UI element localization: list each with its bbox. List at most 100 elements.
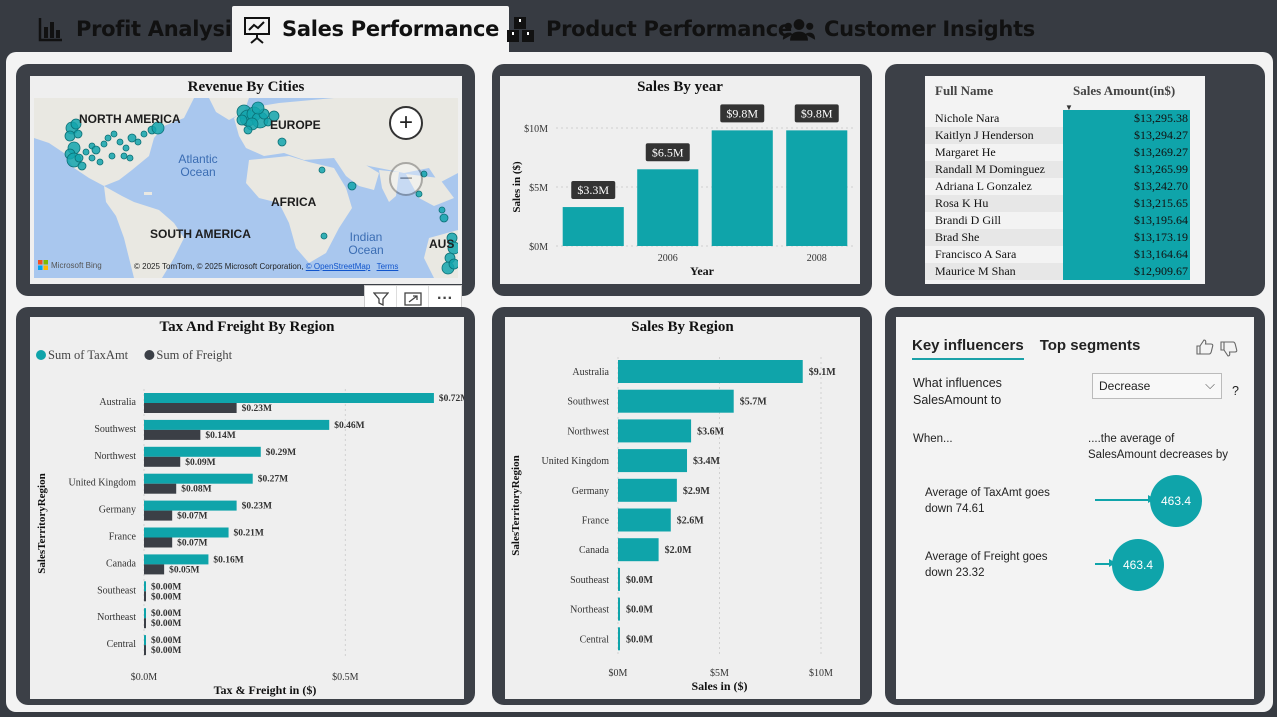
y-tick-label: Germany xyxy=(572,486,609,497)
bar xyxy=(618,627,620,651)
influencer-2-bubble[interactable]: 463.4 xyxy=(1112,539,1164,591)
tab-sales-performance[interactable]: Sales Performance xyxy=(232,6,510,52)
data-label: $5.7M xyxy=(740,397,768,408)
bar xyxy=(618,389,734,413)
thumbs-down-icon[interactable] xyxy=(1220,341,1238,362)
x-tick-label: $10M xyxy=(809,668,833,679)
zoom-in-button[interactable]: + xyxy=(389,106,423,140)
key-influencers-visual[interactable]: Key influencers Top segments What influe… xyxy=(896,317,1254,699)
customer-name: Maurice M Shan xyxy=(925,263,1063,280)
city-bubble xyxy=(120,152,128,160)
table-row[interactable]: Nichole Nara $13,295.38 xyxy=(925,110,1190,127)
y-tick-label: Canada xyxy=(579,545,610,556)
influencer-1-bubble[interactable]: 463.4 xyxy=(1150,475,1202,527)
table-row[interactable]: Adriana L Gonzalez $13,242.70 xyxy=(925,178,1190,195)
city-bubble xyxy=(96,158,104,166)
sales-by-region-visual[interactable]: Sales By Region $0M $5M $10M Australia $9.1M… xyxy=(505,317,860,699)
column-header-full-name[interactable]: Full Name xyxy=(925,80,1063,110)
sales-amount: $13,242.70 xyxy=(1063,178,1190,195)
help-icon[interactable]: ? xyxy=(1232,383,1239,400)
city-bubble xyxy=(438,206,446,214)
city-bubble xyxy=(100,140,108,148)
column-header-sales-amount[interactable]: Sales Amount(in$) ▼ xyxy=(1063,80,1190,112)
y-tick-label: Central xyxy=(580,634,610,645)
bar xyxy=(144,635,146,646)
city-bubble xyxy=(236,114,248,126)
x-tick-label: $0M xyxy=(609,668,628,679)
data-label: $0.72M xyxy=(439,393,464,404)
y-tick-label: $0M xyxy=(529,242,548,253)
table-row[interactable]: Brad She $13,173.19 xyxy=(925,229,1190,246)
key-influencers-card: Key influencers Top segments What influe… xyxy=(885,307,1265,705)
data-label: $3.3M xyxy=(577,183,609,197)
tab-top-segments[interactable]: Top segments xyxy=(1040,337,1141,360)
top-customers-visual[interactable]: Full Name Sales Amount(in$) ▼ Nichole Na… xyxy=(925,76,1205,284)
sales-amount: $13,195.64 xyxy=(1063,212,1190,229)
influencer-1-text[interactable]: Average of TaxAmt goes down 74.61 xyxy=(925,485,1065,517)
table-row[interactable]: Randall M Dominguez $13,265.99 xyxy=(925,161,1190,178)
data-label: $0.07M xyxy=(177,538,207,549)
bar xyxy=(144,564,165,575)
tab-product-performance[interactable]: Product Performance xyxy=(504,6,792,52)
y-tick-label: Northeast xyxy=(570,605,609,616)
influence-direction-dropdown[interactable]: Decrease ⌵ xyxy=(1092,373,1222,399)
table-row[interactable]: Margaret He $13,269.27 xyxy=(925,144,1190,161)
tab-label: Sales Performance xyxy=(282,17,500,41)
city-bubble xyxy=(448,258,458,270)
city-bubble xyxy=(77,161,87,171)
tax-freight-visual[interactable]: Tax And Freight By Region Sum of TaxAmt S… xyxy=(30,317,464,699)
legend-marker xyxy=(144,350,155,360)
influencer-1-arrow xyxy=(1095,499,1149,501)
map-canvas[interactable]: NORTH AMERICA EUROPE AFRICA SOUTH AMERIC… xyxy=(34,98,458,278)
bar xyxy=(637,169,699,246)
sales-amount: $13,265.99 xyxy=(1063,161,1190,178)
x-tick-label: $5M xyxy=(710,668,729,679)
data-label: $0.00M xyxy=(151,618,181,629)
city-bubble xyxy=(140,130,148,138)
tab-customer-insights[interactable]: Customer Insights xyxy=(782,6,1035,52)
osm-link[interactable]: © OpenStreetMap xyxy=(306,262,371,271)
city-bubble xyxy=(318,166,326,174)
y-tick-label: Canada xyxy=(106,558,137,569)
customer-name: Nichole Nara xyxy=(935,111,1000,125)
influencer-2-text[interactable]: Average of Freight goes down 23.32 xyxy=(925,549,1065,581)
table-row[interactable]: Francisco A Sara $13,164.64 xyxy=(925,246,1190,263)
table-row[interactable]: Maurice M Shan $12,909.67 xyxy=(925,263,1190,280)
table-row[interactable]: Rosa K Hu $13,215.65 xyxy=(925,195,1190,212)
data-label: $0.09M xyxy=(185,457,215,468)
thumbs-up-icon[interactable] xyxy=(1196,339,1214,360)
x-tick-label: $0.5M xyxy=(332,672,359,683)
terms-link[interactable]: Terms xyxy=(377,262,399,271)
tab-profit-analysis[interactable]: Profit Analysis xyxy=(34,6,244,52)
table-row[interactable]: Kaitlyn J Henderson $13,294.27 xyxy=(925,127,1190,144)
data-label: $0.08M xyxy=(181,484,211,495)
y-tick-label: United Kingdom xyxy=(542,456,610,467)
y-axis-title: SalesTerritoryRegion xyxy=(510,455,522,555)
data-label: $0.00M xyxy=(151,635,181,646)
chevron-down-icon: ⌵ xyxy=(1205,377,1215,392)
sales-amount: $13,295.38 xyxy=(1063,110,1190,127)
table-row[interactable]: Brandi D Gill $13,195.64 xyxy=(925,212,1190,229)
sales-by-region-card: Sales By Region $0M $5M $10M Australia $9.1M… xyxy=(492,307,872,705)
sales-by-year-visual[interactable]: Sales By year $0M $5M $10M $3.3M $6.5M 2006 $9… xyxy=(500,76,860,284)
y-tick-label: United Kingdom xyxy=(69,478,137,489)
y-tick-label: Australia xyxy=(99,397,136,408)
sales-amount: $13,269.27 xyxy=(1063,144,1190,161)
label-australia: AUS xyxy=(429,237,455,251)
key-influencers-tabs: Key influencers Top segments xyxy=(912,337,1140,360)
bar xyxy=(144,419,330,430)
customer-name: Rosa K Hu xyxy=(925,195,1063,212)
bar xyxy=(618,419,692,443)
tab-label: Profit Analysis xyxy=(76,17,244,41)
more-dots: ··· xyxy=(437,290,453,307)
zoom-out-button[interactable]: − xyxy=(389,162,423,196)
sales-amount: $13,215.65 xyxy=(1063,195,1190,212)
bar xyxy=(711,130,773,246)
customers-group-icon xyxy=(782,12,816,46)
city-bubble xyxy=(108,152,116,160)
map-visual[interactable]: Revenue By Cities NORTH AMERICA EUROPE A… xyxy=(30,76,462,284)
y-tick-label: Central xyxy=(107,639,137,650)
presentation-board-icon xyxy=(240,12,274,46)
tab-key-influencers[interactable]: Key influencers xyxy=(912,337,1024,360)
customer-name: Brandi D Gill xyxy=(935,213,1001,227)
